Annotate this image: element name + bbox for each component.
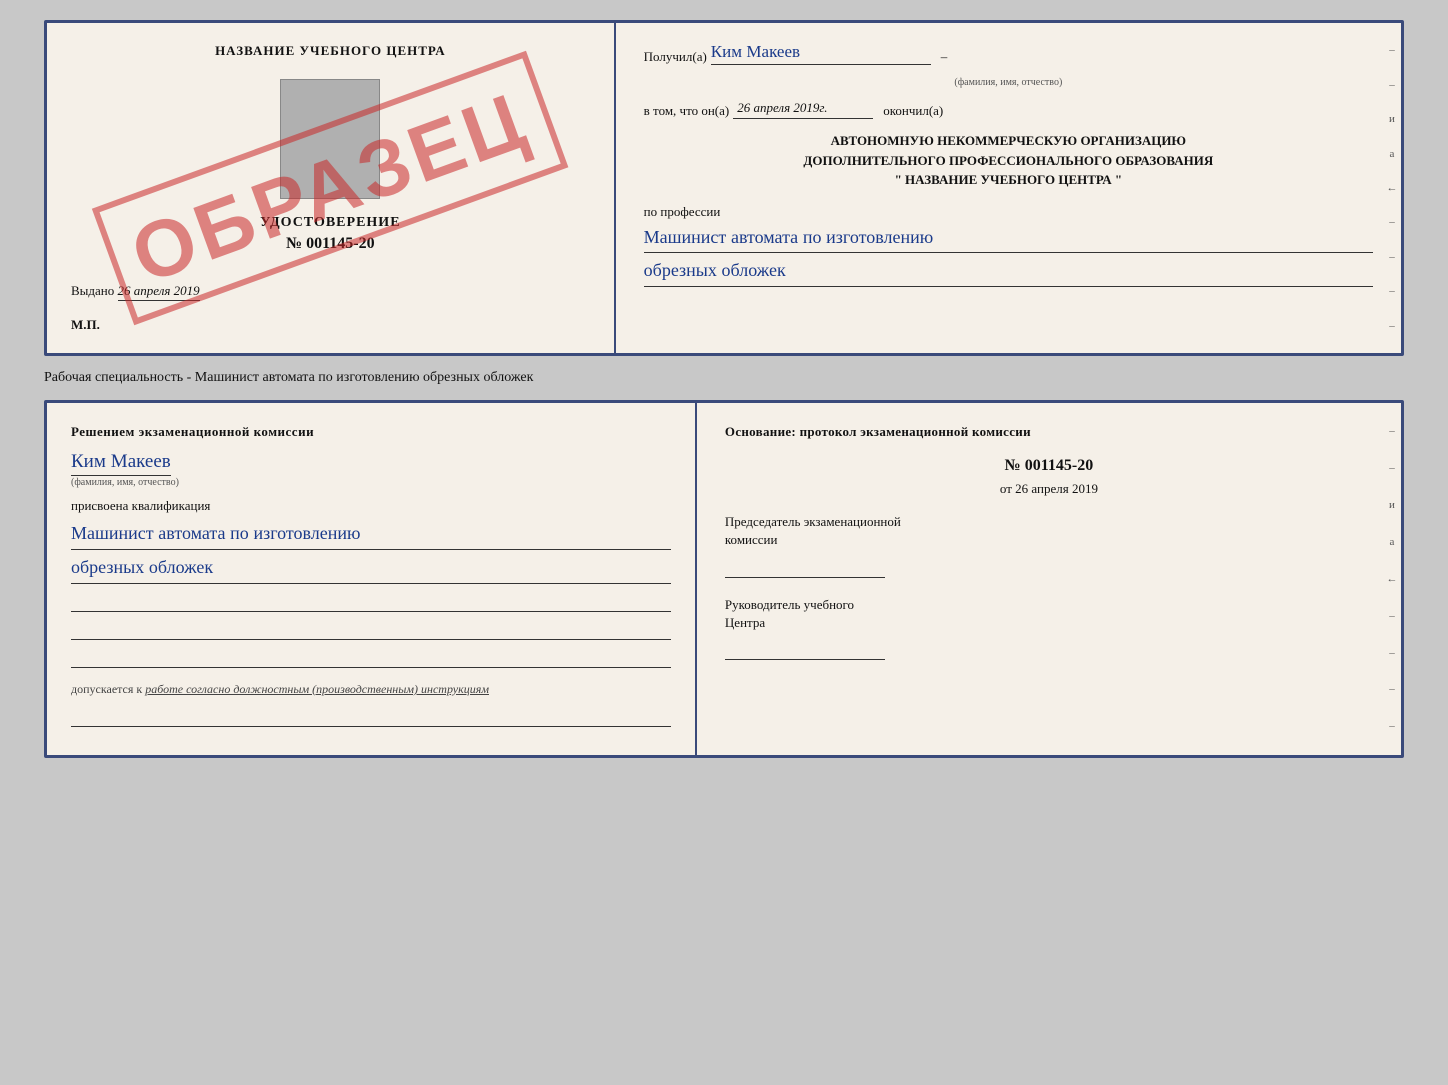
blank-line-3	[71, 648, 671, 668]
bottom-left-title: Решением экзаменационной комиссии	[71, 423, 671, 441]
blank-line-2	[71, 620, 671, 640]
rukovoditel-signature-line	[725, 640, 885, 660]
fio-label-bottom: (фамилия, имя, отчество)	[71, 477, 671, 488]
chairman-title: Председатель экзаменационной комиссии	[725, 513, 1373, 549]
dash1: –	[941, 49, 948, 65]
bottom-certificate: Решением экзаменационной комиссии Ким Ма…	[44, 400, 1404, 758]
po-professii: по профессии	[644, 204, 1373, 220]
qualification-line1: Машинист автомата по изготовлению	[71, 520, 671, 550]
poluchil-label: Получил(a)	[644, 49, 707, 65]
profession-line2: обрезных обложек	[644, 257, 1373, 287]
vydano-date: 26 апреля 2019	[118, 283, 200, 301]
bottom-name-row: Ким Макеев	[71, 451, 671, 473]
vydano-label: Выдано	[71, 283, 114, 298]
rukovoditel-block: Руководитель учебного Центра	[725, 596, 1373, 660]
qualification-block: Машинист автомата по изготовлению обрезн…	[71, 520, 671, 584]
okonchill-label: окончил(a)	[883, 103, 943, 119]
protocol-date-value: 26 апреля 2019	[1015, 481, 1098, 496]
protocol-date: от 26 апреля 2019	[725, 481, 1373, 497]
org-line1: АВТОНОМНУЮ НЕКОММЕРЧЕСКУЮ ОРГАНИЗАЦИЮ	[644, 131, 1373, 151]
vtom-row: в том, что он(а) 26 апреля 2019г. окончи…	[644, 100, 1373, 119]
top-certificate: НАЗВАНИЕ УЧЕБНОГО ЦЕНТРА УДОСТОВЕРЕНИЕ №…	[44, 20, 1404, 356]
udostoverenie-block: УДОСТОВЕРЕНИЕ № 001145-20	[71, 215, 590, 253]
udostoverenie-title: УДОСТОВЕРЕНИЕ	[71, 215, 590, 231]
profession-block: Машинист автомата по изготовлению обрезн…	[644, 224, 1373, 288]
osnovanie-title: Основание: протокол экзаменационной коми…	[725, 423, 1373, 441]
vtom-date: 26 апреля 2019г.	[733, 100, 873, 119]
specialty-label: Рабочая специальность - Машинист автомат…	[44, 366, 1404, 390]
dopuskaetsya-label: допускается к	[71, 682, 142, 696]
sidebar-dashes-top: – – и а ← – – – –	[1383, 23, 1401, 353]
chairman-signature-line	[725, 558, 885, 578]
qualification-line2: обрезных обложек	[71, 554, 671, 584]
org-line2: ДОПОЛНИТЕЛЬНОГО ПРОФЕССИОНАЛЬНОГО ОБРАЗО…	[644, 151, 1373, 171]
cert-bottom-left: Решением экзаменационной комиссии Ким Ма…	[47, 403, 697, 755]
udostoverenie-number: № 001145-20	[71, 235, 590, 253]
bottom-recipient-name: Ким Макеев	[71, 451, 171, 476]
org-line3: " НАЗВАНИЕ УЧЕБНОГО ЦЕНТРА "	[644, 170, 1373, 190]
ot-label: от	[1000, 481, 1012, 496]
sidebar-dashes-bottom: – – и а ← – – – –	[1383, 403, 1401, 755]
protocol-number: № 001145-20	[725, 457, 1373, 475]
prisvoena-label: присвоена квалификация	[71, 498, 671, 514]
blank-line-4	[71, 707, 671, 727]
vydano-block: Выдано 26 апреля 2019	[71, 283, 590, 299]
school-name-top: НАЗВАНИЕ УЧЕБНОГО ЦЕНТРА	[71, 43, 590, 59]
profession-line1: Машинист автомата по изготовлению	[644, 224, 1373, 254]
recipient-row: Получил(a) Ким Макеев –	[644, 41, 1373, 65]
cert-top-left: НАЗВАНИЕ УЧЕБНОГО ЦЕНТРА УДОСТОВЕРЕНИЕ №…	[47, 23, 616, 353]
dopuskaetsya-block: допускается к работе согласно должностны…	[71, 682, 671, 697]
photo-placeholder	[280, 79, 380, 199]
org-block: АВТОНОМНУЮ НЕКОММЕРЧЕСКУЮ ОРГАНИЗАЦИЮ ДО…	[644, 131, 1373, 190]
blank-line-1	[71, 592, 671, 612]
mp-block: М.П.	[71, 317, 590, 333]
cert-top-right: Получил(a) Ким Макеев – (фамилия, имя, о…	[616, 23, 1401, 353]
dopuskaetsya-text: работе согласно должностным (производств…	[145, 682, 489, 696]
recipient-name-top: Ким Макеев	[711, 41, 931, 65]
fio-label-top: (фамилия, имя, отчество)	[644, 77, 1373, 88]
cert-bottom-right: Основание: протокол экзаменационной коми…	[697, 403, 1401, 755]
rukovoditel-title: Руководитель учебного Центра	[725, 596, 1373, 632]
vtom-label: в том, что он(а)	[644, 103, 730, 119]
chairman-block: Председатель экзаменационной комиссии	[725, 513, 1373, 577]
